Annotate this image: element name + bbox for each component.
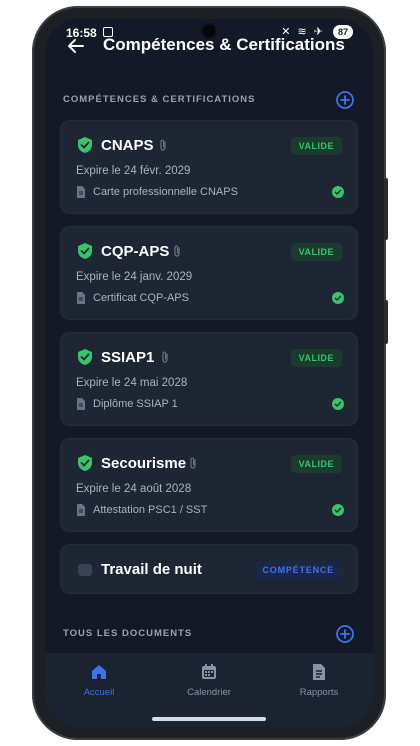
competence-card-night-work[interactable]: Travail de nuit COMPÉTENCE: [60, 544, 358, 594]
page-title: Compétences & Certifications: [103, 35, 345, 54]
status-badge: VALIDE: [290, 349, 342, 367]
certification-name: Secourisme: [101, 455, 187, 472]
certification-name: CQP-APS: [101, 243, 170, 260]
nav-item-accueil[interactable]: Accueil: [49, 663, 149, 707]
report-icon: [313, 664, 325, 680]
document-icon: [77, 292, 85, 304]
competence-name: Travail de nuit: [101, 561, 202, 578]
documents-section-header: TOUS LES DOCUMENTS: [63, 624, 355, 644]
certification-card-ssiap1[interactable]: SSIAP1 VALIDE Expire le 24 mai 2028 Dipl…: [60, 332, 358, 426]
competence-toggle-icon: [78, 564, 92, 576]
document-name: Carte professionnelle CNAPS: [93, 186, 238, 198]
expiry-date: Expire le 24 mai 2028: [76, 377, 188, 389]
document-row[interactable]: Attestation PSC1 / SST: [76, 503, 344, 519]
back-arrow-icon[interactable]: [66, 36, 86, 56]
app-bar: Compétences & Certifications: [45, 31, 373, 61]
section-title-documents: TOUS LES DOCUMENTS: [63, 628, 193, 639]
certification-name: SSIAP1: [101, 349, 155, 366]
shield-check-icon: [78, 243, 92, 259]
document-icon: [77, 504, 85, 516]
section-title-certifications: COMPÉTENCES & CERTIFICATIONS: [63, 94, 256, 105]
paperclip-icon: [174, 245, 180, 257]
document-name: Certificat CQP-APS: [93, 292, 189, 304]
expiry-date: Expire le 24 août 2028: [76, 483, 192, 495]
paperclip-icon: [162, 351, 168, 363]
document-row[interactable]: Diplôme SSIAP 1: [76, 397, 344, 413]
document-row[interactable]: Certificat CQP-APS: [76, 291, 344, 307]
expiry-date: Expire le 24 févr. 2029: [76, 165, 191, 177]
certification-card-cqp-aps[interactable]: CQP-APS VALIDE Expire le 24 janv. 2029 C…: [60, 226, 358, 320]
paperclip-icon: [160, 139, 166, 151]
nav-item-rapports[interactable]: Rapports: [269, 663, 369, 707]
add-certification-button[interactable]: [335, 90, 355, 110]
check-circle-icon: [332, 292, 344, 304]
status-badge: VALIDE: [290, 137, 342, 155]
expiry-date: Expire le 24 janv. 2029: [76, 271, 193, 283]
add-document-button[interactable]: [335, 624, 355, 644]
shield-check-icon: [78, 455, 92, 471]
nav-label: Calendrier: [187, 687, 231, 698]
bottom-navigation: Accueil Calendrier Rapports: [45, 653, 373, 727]
paperclip-icon: [190, 457, 196, 469]
certification-card-cnaps[interactable]: CNAPS VALIDE Expire le 24 févr. 2029 Car…: [60, 120, 358, 214]
document-icon: [77, 398, 85, 410]
power-button: [384, 178, 388, 240]
status-badge: VALIDE: [290, 243, 342, 261]
home-indicator: [152, 717, 266, 721]
home-icon: [92, 665, 106, 679]
calendar-icon: [202, 664, 216, 679]
certification-name: CNAPS: [101, 137, 154, 154]
certification-card-secourisme[interactable]: Secourisme VALIDE Expire le 24 août 2028…: [60, 438, 358, 532]
screen: 16:58 ✕ ≋ ✈ 87 Compétences & Certificati…: [45, 19, 373, 727]
document-name: Attestation PSC1 / SST: [93, 504, 208, 516]
document-icon: [77, 186, 85, 198]
document-name: Diplôme SSIAP 1: [93, 398, 178, 410]
nav-label: Accueil: [83, 687, 115, 698]
check-circle-icon: [332, 186, 344, 198]
certifications-section-header: COMPÉTENCES & CERTIFICATIONS: [63, 90, 355, 110]
status-badge: VALIDE: [290, 455, 342, 473]
competence-badge: COMPÉTENCE: [254, 561, 342, 579]
check-circle-icon: [332, 504, 344, 516]
document-row[interactable]: Carte professionnelle CNAPS: [76, 185, 344, 201]
nav-item-calendrier[interactable]: Calendrier: [159, 663, 259, 707]
check-circle-icon: [332, 398, 344, 410]
shield-check-icon: [78, 137, 92, 153]
volume-button: [384, 300, 388, 344]
shield-check-icon: [78, 349, 92, 365]
nav-label: Rapports: [299, 687, 339, 698]
